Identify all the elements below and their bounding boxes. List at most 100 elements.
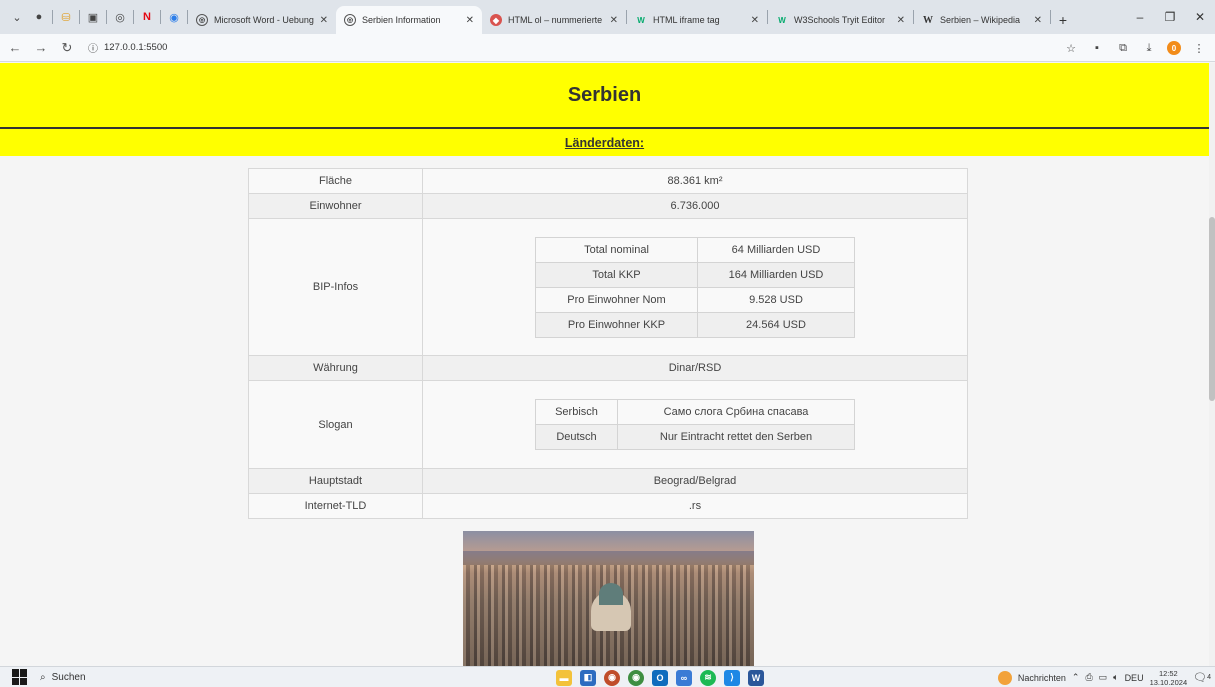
- bip-label: Total nominal: [535, 236, 698, 263]
- pinned-tab-icon[interactable]: ▣: [84, 8, 102, 26]
- tab-serbien-information[interactable]: ◎ Serbien Information ✕: [336, 6, 482, 34]
- bip-label: Pro Einwohner KKP: [535, 311, 698, 338]
- download-icon[interactable]: ⤓: [1141, 40, 1157, 56]
- tab-search-icon[interactable]: ⌄: [8, 8, 26, 26]
- profile-avatar[interactable]: 0: [1167, 41, 1181, 55]
- browser-toolbar: ☆ ▪ ⧉ ⤓ 0 ⋮: [1063, 34, 1207, 62]
- bip-row: Total KKP 164 Milliarden USD: [535, 261, 855, 288]
- w3schools-icon: W: [778, 15, 786, 25]
- spotify-icon[interactable]: ≋: [700, 669, 716, 686]
- slogan-text: Само слога Србина спасава: [617, 399, 855, 425]
- table-row-flaeche: Fläche 88.361 km²: [248, 168, 968, 194]
- selfhtml-icon: ◆: [490, 14, 502, 26]
- windows-start-icon[interactable]: [12, 669, 28, 685]
- table-row-tld: Internet-TLD .rs: [248, 493, 968, 519]
- tab-wikipedia[interactable]: W Serbien – Wikipedia ✕: [914, 6, 1050, 34]
- pinned-tabs: ⌄ ● ⛁ ▣ ◎ N ◉: [0, 0, 188, 34]
- close-icon[interactable]: ✕: [466, 15, 474, 26]
- back-button[interactable]: ←: [4, 37, 26, 59]
- scrollbar-thumb[interactable]: [1209, 217, 1215, 401]
- extensions-puzzle-icon[interactable]: ⧉: [1115, 40, 1131, 56]
- vscode-icon[interactable]: ⟩: [724, 669, 740, 686]
- new-tab-button[interactable]: +: [1051, 6, 1075, 34]
- browser-tab-strip: ⌄ ● ⛁ ▣ ◎ N ◉ ◎ Microsoft Word - Uebung1…: [0, 0, 1215, 34]
- word-icon[interactable]: W: [748, 669, 764, 686]
- notification-count: 4: [1207, 674, 1211, 681]
- close-icon[interactable]: ✕: [751, 15, 759, 26]
- bip-row: Pro Einwohner KKP 24.564 USD: [535, 311, 855, 338]
- weather-news-icon[interactable]: [997, 670, 1012, 685]
- close-icon[interactable]: ✕: [320, 15, 328, 26]
- close-icon[interactable]: ✕: [610, 15, 618, 26]
- row-label: BIP-Infos: [248, 218, 423, 356]
- url-field[interactable]: ⓘ 127.0.0.1:5500: [88, 38, 167, 58]
- file-explorer-icon[interactable]: ▬: [556, 669, 572, 686]
- row-label: Währung: [248, 355, 423, 381]
- language-indicator[interactable]: DEU: [1125, 673, 1144, 683]
- row-label: Internet-TLD: [248, 493, 423, 519]
- pinned-tab-icon[interactable]: ●: [30, 8, 48, 26]
- row-label: Einwohner: [248, 193, 423, 219]
- chrome-icon[interactable]: ◉: [628, 669, 644, 686]
- search-placeholder: Suchen: [51, 671, 86, 683]
- forward-button[interactable]: →: [30, 37, 52, 59]
- logo-square: [20, 669, 27, 677]
- speaker-icon[interactable]: 🔈︎: [1113, 672, 1118, 683]
- logo-square: [12, 669, 19, 677]
- logo-square: [20, 677, 27, 685]
- chrome-canary-icon[interactable]: ◉: [604, 669, 620, 686]
- store-icon[interactable]: ◧: [580, 669, 596, 686]
- taskbar-search[interactable]: ⌕ Suchen: [40, 668, 240, 686]
- country-data-table: Fläche 88.361 km² Einwohner 6.736.000 BI…: [248, 168, 968, 519]
- reload-button[interactable]: ↻: [56, 37, 78, 59]
- page-viewport: Serbien Länderdaten: Fläche 88.361 km² E…: [0, 63, 1209, 666]
- tray-icon[interactable]: ⎙: [1085, 672, 1092, 683]
- bip-label: Total KKP: [535, 261, 698, 288]
- tab-tryit-editor[interactable]: W W3Schools Tryit Editor ✕: [768, 6, 913, 34]
- tab-html-ol[interactable]: ◆ HTML ol – nummerierte Liste ✕: [482, 6, 626, 34]
- tab-word[interactable]: ◎ Microsoft Word - Uebung1_H ✕: [188, 6, 336, 34]
- outlook-icon[interactable]: O: [652, 669, 668, 686]
- address-bar: ← → ↻ ⓘ 127.0.0.1:5500 ☆ ▪ ⧉ ⤓ 0 ⋮: [0, 34, 1215, 62]
- bip-value: 24.564 USD: [697, 311, 855, 338]
- row-value: Dinar/RSD: [422, 355, 968, 381]
- table-row-bip: BIP-Infos Total nominal 64 Milliarden US…: [248, 218, 968, 356]
- clock-time: 12:52: [1158, 668, 1178, 678]
- notification-icon[interactable]: 🗨︎: [1193, 671, 1207, 684]
- row-value: Beograd/Belgrad: [422, 468, 968, 494]
- tab-html-iframe[interactable]: W HTML iframe tag ✕: [627, 6, 767, 34]
- table-row-slogan: Slogan Serbisch Само слога Србина спасав…: [248, 380, 968, 469]
- clock-date: 13.10.2024: [1149, 677, 1188, 687]
- network-icon[interactable]: ▭: [1099, 672, 1108, 683]
- netflix-icon[interactable]: N: [138, 8, 156, 26]
- slogan-table: Serbisch Само слога Србина спасава Deuts…: [535, 399, 855, 450]
- close-window-button[interactable]: ✕: [1185, 0, 1215, 34]
- close-icon[interactable]: ✕: [1034, 15, 1042, 26]
- clock[interactable]: 12:52 13.10.2024: [1150, 669, 1188, 687]
- row-value-nested: Serbisch Само слога Србина спасава Deuts…: [422, 380, 968, 469]
- pinned-tab-icon[interactable]: ⛁: [57, 8, 75, 26]
- site-info-icon[interactable]: ⓘ: [88, 40, 98, 55]
- close-icon[interactable]: ✕: [897, 15, 905, 26]
- news-label[interactable]: Nachrichten: [1018, 673, 1066, 683]
- belgrade-photo: [463, 531, 754, 666]
- logo-square: [12, 677, 19, 685]
- globe-icon[interactable]: ◎: [111, 8, 129, 26]
- bookmark-star-icon[interactable]: ☆: [1063, 40, 1079, 56]
- menu-kebab-icon[interactable]: ⋮: [1191, 40, 1207, 56]
- slogan-row: Serbisch Само слога Србина спасава: [535, 399, 855, 425]
- divider: [79, 10, 80, 24]
- minimize-button[interactable]: –: [1125, 0, 1155, 34]
- divider: [160, 10, 161, 24]
- table-row-waehrung: Währung Dinar/RSD: [248, 355, 968, 381]
- extension-icon[interactable]: ▪: [1089, 40, 1105, 56]
- tab-label: Microsoft Word - Uebung1_H: [214, 15, 314, 25]
- chevron-up-icon[interactable]: ⌃: [1072, 672, 1080, 683]
- bip-value: 64 Milliarden USD: [697, 236, 855, 263]
- tab-label: W3Schools Tryit Editor: [794, 15, 886, 25]
- app-icon[interactable]: ∞: [676, 669, 692, 686]
- restore-button[interactable]: ❐: [1155, 0, 1185, 34]
- slogan-text: Nur Eintracht rettet den Serben: [617, 424, 855, 450]
- url-text: 127.0.0.1:5500: [104, 42, 168, 53]
- pinned-tab-icon[interactable]: ◉: [165, 8, 183, 26]
